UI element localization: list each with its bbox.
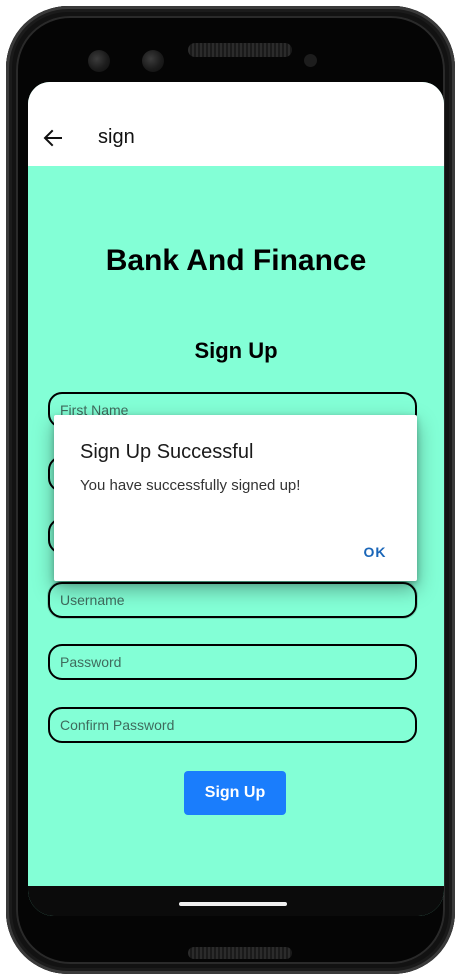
password-field[interactable] xyxy=(48,644,417,680)
confirm-password-field[interactable] xyxy=(48,707,417,743)
app-bar-title: sign xyxy=(98,126,135,148)
bottom-speaker xyxy=(188,947,292,959)
home-indicator[interactable] xyxy=(179,902,287,906)
front-camera-icon xyxy=(88,50,110,72)
sign-up-button[interactable]: Sign Up xyxy=(184,771,286,815)
app-bar: sign xyxy=(28,82,444,166)
dialog-title: Sign Up Successful xyxy=(80,441,254,463)
system-nav-bar xyxy=(28,886,444,916)
confirm-password-input[interactable] xyxy=(50,709,415,741)
dialog-message: You have successfully signed up! xyxy=(80,477,301,494)
app-screen: sign Bank And Finance Sign Up Sign Up Si… xyxy=(28,82,444,916)
success-dialog: Sign Up Successful You have successfully… xyxy=(54,415,417,581)
password-input[interactable] xyxy=(50,646,415,678)
brand-title: Bank And Finance xyxy=(105,244,367,277)
arrow-left-icon[interactable] xyxy=(43,128,63,148)
username-input[interactable] xyxy=(50,584,415,616)
proximity-sensor xyxy=(304,54,317,67)
form-title: Sign Up xyxy=(194,338,278,363)
username-field[interactable] xyxy=(48,582,417,618)
front-sensor-icon xyxy=(142,50,164,72)
earpiece-speaker xyxy=(188,43,292,57)
dialog-ok-button[interactable]: OK xyxy=(347,537,403,567)
